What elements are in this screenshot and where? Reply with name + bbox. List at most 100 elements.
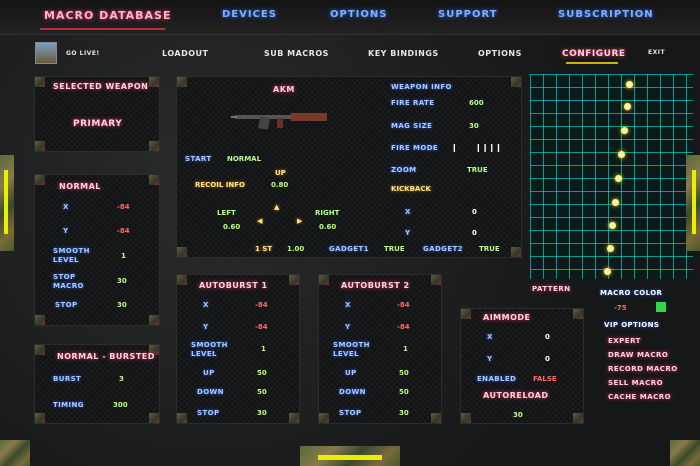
kickback-y-value[interactable]: 0	[472, 229, 477, 237]
recoil-value[interactable]: 0.80	[271, 181, 288, 189]
tab-loadout[interactable]: LOADOUT	[162, 49, 208, 58]
ab2-down-value[interactable]: 50	[399, 388, 409, 396]
corner-decor	[431, 275, 441, 285]
aim-y-value[interactable]: 0	[545, 355, 550, 363]
mag-size-value[interactable]: 30	[469, 122, 479, 130]
pattern-point[interactable]	[612, 199, 619, 206]
tab-configure[interactable]: CONFIGURE	[562, 49, 626, 59]
corner-decor	[35, 413, 45, 423]
pattern-point[interactable]	[618, 151, 625, 158]
nav-devices[interactable]: DEVICES	[222, 9, 277, 20]
macro-color-label: MACRO COLOR	[600, 289, 663, 297]
gadget2-value[interactable]: TRUE	[479, 245, 500, 253]
aim-x-value[interactable]: 0	[545, 333, 550, 341]
pattern-point[interactable]	[615, 175, 622, 182]
burst-value[interactable]: 3	[119, 375, 124, 383]
corner-decor	[319, 275, 329, 285]
zoom-value[interactable]: TRUE	[467, 166, 488, 174]
pattern-point[interactable]	[604, 268, 611, 275]
selected-weapon-panel: SELECTED WEAPON PRIMARY	[34, 76, 160, 152]
corner-decor	[177, 275, 187, 285]
normal-smooth-value[interactable]: 1	[121, 252, 126, 260]
selected-weapon-value[interactable]: PRIMARY	[73, 119, 122, 129]
ab2-up-value[interactable]: 50	[399, 369, 409, 377]
aimmode-panel: AIMMODE X 0 Y 0 ENABLED FALSE AUTORELOAD…	[460, 308, 584, 424]
pattern-point[interactable]	[626, 81, 633, 88]
autoburst1-title: AUTOBURST 1	[199, 281, 268, 290]
ab1-smooth-value[interactable]: 1	[261, 345, 266, 353]
ab2-stop-value[interactable]: 30	[399, 409, 409, 417]
normal-stop-label: STOP	[55, 301, 78, 309]
vip-expert[interactable]: EXPERT	[608, 337, 641, 345]
normal-y-label: Y	[63, 227, 69, 235]
pattern-point[interactable]	[607, 245, 614, 252]
arrow-up-icon[interactable]: ▲	[274, 203, 279, 211]
corner-decor	[573, 413, 583, 423]
macro-color-value[interactable]: -75	[614, 304, 627, 312]
ab1-x-value[interactable]: -84	[255, 301, 268, 309]
vip-draw-macro[interactable]: DRAW MACRO	[608, 351, 668, 359]
nav-options[interactable]: OPTIONS	[330, 9, 387, 20]
corner-decor	[149, 77, 159, 87]
corner-decor	[149, 413, 159, 423]
ab2-smooth-value[interactable]: 1	[403, 345, 408, 353]
tab-key-bindings[interactable]: KEY BINDINGS	[368, 49, 439, 58]
ab2-x-value[interactable]: -84	[397, 301, 410, 309]
corner-decor	[177, 77, 187, 87]
autoburst1-panel: AUTOBURST 1 X -84 Y -84 SMOOTH LEVEL 1 U…	[176, 274, 300, 424]
normal-stop-macro-value[interactable]: 30	[117, 277, 127, 285]
timing-value[interactable]: 300	[113, 401, 128, 409]
vip-record-macro[interactable]: RECORD MACRO	[608, 365, 678, 373]
avatar[interactable]	[35, 42, 57, 64]
corner-decor	[319, 413, 329, 423]
arrow-left-icon[interactable]: ◀	[257, 217, 262, 225]
bullets-icon[interactable]: ❙❙❙❙	[475, 143, 502, 152]
ab1-down-value[interactable]: 50	[257, 388, 267, 396]
normal-y-value[interactable]: -84	[117, 227, 130, 235]
normal-x-label: X	[63, 203, 69, 211]
left-value[interactable]: 0.60	[223, 223, 240, 231]
ab2-y-value[interactable]: -84	[397, 323, 410, 331]
macro-color-swatch[interactable]	[656, 302, 666, 312]
bullet-icon[interactable]: ❙	[451, 143, 458, 152]
top-nav: MACRO DATABASE DEVICES OPTIONS SUPPORT S…	[0, 0, 700, 35]
kickback-x-value[interactable]: 0	[472, 208, 477, 216]
ab1-down-label: DOWN	[197, 388, 224, 396]
right-label: RIGHT	[315, 209, 340, 217]
enabled-value[interactable]: FALSE	[533, 375, 557, 383]
ab1-stop-value[interactable]: 30	[257, 409, 267, 417]
vip-sell-macro[interactable]: SELL MACRO	[608, 379, 663, 387]
arrow-right-icon[interactable]: ▶	[297, 217, 302, 225]
ab1-up-value[interactable]: 50	[257, 369, 267, 377]
normal-stop-value[interactable]: 30	[117, 301, 127, 309]
active-underline	[40, 28, 165, 30]
go-live-button[interactable]: GO LIVE!	[66, 50, 100, 57]
normal-stop-macro-label: STOP MACRO	[53, 273, 84, 290]
timing-label: TIMING	[53, 401, 84, 409]
first-value[interactable]: 1.00	[287, 245, 304, 253]
pattern-point[interactable]	[609, 222, 616, 229]
right-value[interactable]: 0.60	[319, 223, 336, 231]
pattern-point[interactable]	[621, 127, 628, 134]
nav-macro-database[interactable]: MACRO DATABASE	[44, 9, 171, 22]
bursted-title: NORMAL - BURSTED	[57, 352, 155, 361]
nav-subscription[interactable]: SUBSCRIPTION	[558, 9, 654, 20]
nav-support[interactable]: SUPPORT	[438, 9, 498, 20]
ab1-smooth-label: SMOOTH LEVEL	[191, 341, 228, 358]
corner-decor	[431, 413, 441, 423]
tab-sub-macros[interactable]: SUB MACROS	[264, 49, 329, 58]
gadget1-value[interactable]: TRUE	[384, 245, 405, 253]
fire-rate-value[interactable]: 600	[469, 99, 484, 107]
exit-button[interactable]: EXIT	[648, 49, 665, 56]
vip-cache-macro[interactable]: CACHE MACRO	[608, 393, 671, 401]
normal-x-value[interactable]: -84	[117, 203, 130, 211]
corner-decor	[149, 175, 159, 185]
start-value[interactable]: NORMAL	[227, 155, 261, 163]
autoreload-value[interactable]: 30	[513, 411, 523, 419]
tab-options[interactable]: OPTIONS	[478, 49, 522, 58]
gadget2-label: GADGET2	[423, 245, 463, 253]
pattern-point[interactable]	[624, 103, 631, 110]
bottom-glow-bar	[318, 455, 382, 460]
corner-decor	[461, 309, 471, 319]
ab1-y-value[interactable]: -84	[255, 323, 268, 331]
